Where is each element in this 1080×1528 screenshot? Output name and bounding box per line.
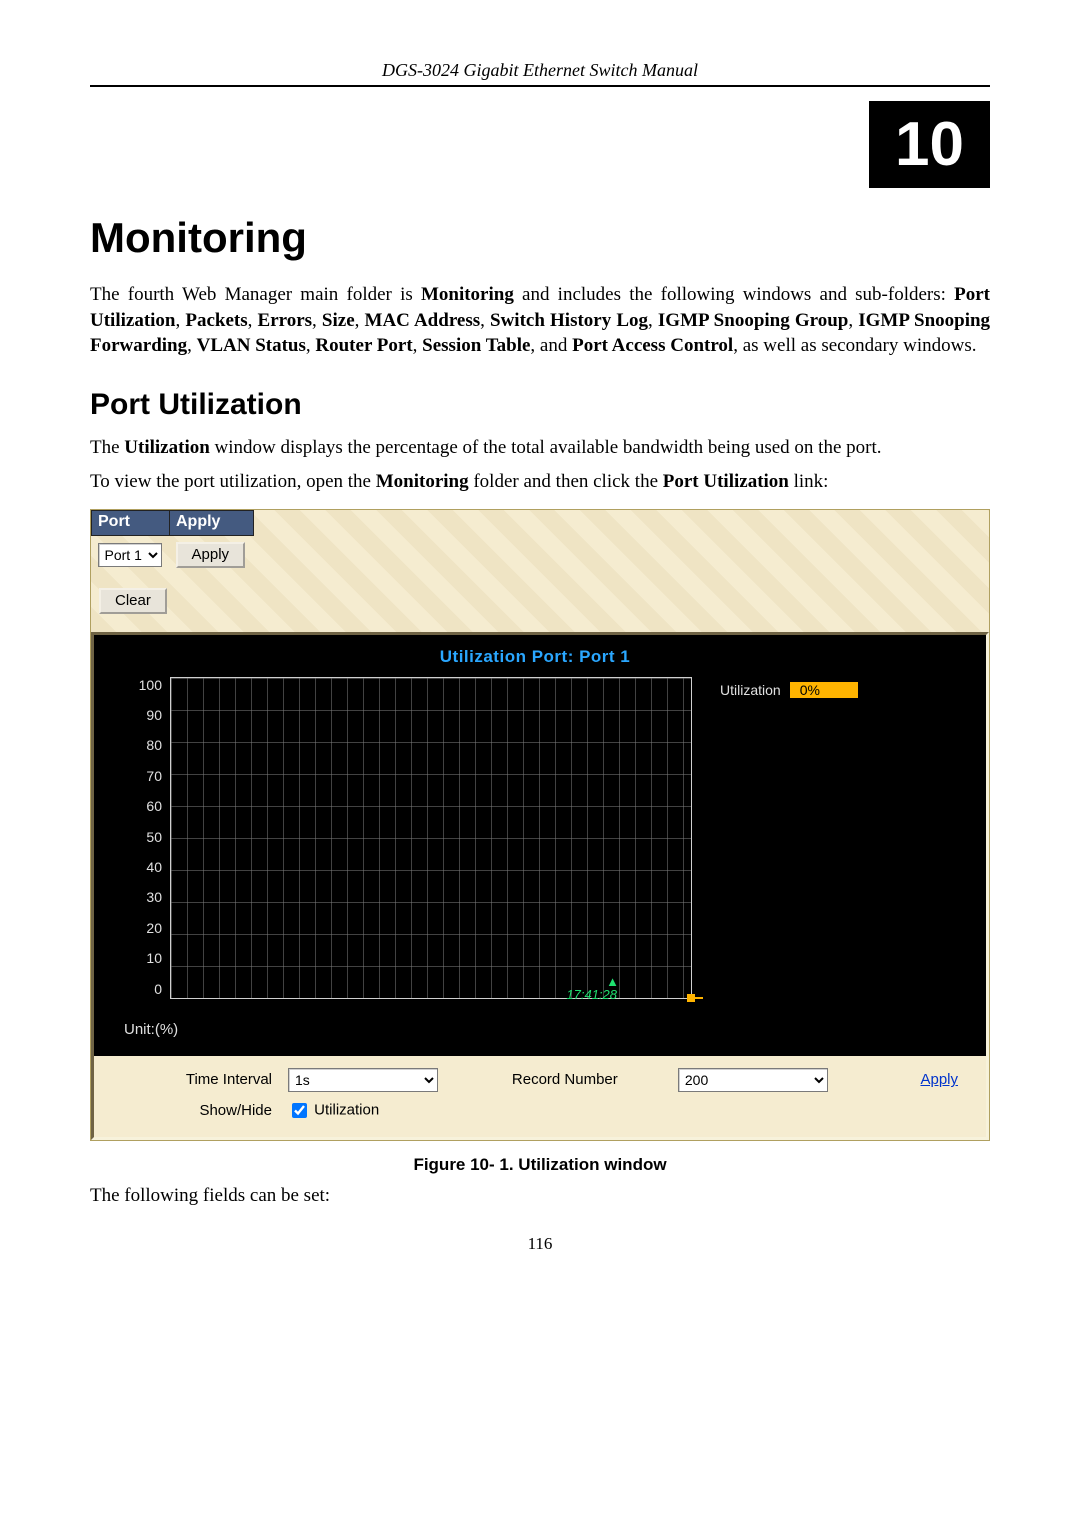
chapter-title: Monitoring	[90, 214, 990, 262]
utilization-checkbox-label: Utilization	[314, 1101, 379, 1118]
show-hide-label: Show/Hide	[114, 1096, 280, 1125]
port-column-header: Port	[92, 510, 170, 535]
y-tick: 100	[139, 677, 162, 693]
y-tick: 10	[146, 950, 162, 966]
chart-legend: Utilization 0%	[720, 681, 859, 699]
y-tick: 0	[154, 981, 162, 997]
y-tick: 80	[146, 737, 162, 753]
y-tick: 50	[146, 829, 162, 845]
apply-column-header: Apply	[170, 510, 254, 535]
y-tick: 70	[146, 768, 162, 784]
page-number: 116	[90, 1234, 990, 1254]
header-rule	[90, 85, 990, 87]
time-interval-select[interactable]: 1s	[288, 1068, 438, 1092]
chart-grid: ▲ 17:41:28	[170, 677, 692, 999]
chart-title: Utilization Port: Port 1	[94, 647, 976, 667]
chart-panel: Utilization Port: Port 1 100 90 80 70 60…	[94, 635, 986, 1056]
legend-value-swatch: 0%	[789, 681, 859, 699]
intro-paragraph: The fourth Web Manager main folder is Mo…	[90, 282, 990, 359]
legend-label: Utilization	[720, 682, 781, 698]
section-title-port-utilization: Port Utilization	[90, 385, 990, 426]
controls-apply-link[interactable]: Apply	[920, 1071, 958, 1088]
utilization-checkbox[interactable]	[292, 1103, 307, 1118]
clear-button[interactable]: Clear	[99, 588, 167, 614]
utilization-window-screenshot: Port Apply Port 1 Apply Clear	[90, 509, 990, 1141]
trailing-paragraph: The following fields can be set:	[90, 1183, 990, 1209]
chapter-number-box: 10	[869, 101, 990, 188]
port-util-desc-2: To view the port utilization, open the M…	[90, 469, 990, 495]
caret-up-icon: ▲	[566, 977, 617, 987]
time-interval-label: Time Interval	[114, 1064, 280, 1096]
port-util-desc-1: The Utilization window displays the perc…	[90, 435, 990, 461]
record-number-select[interactable]: 200	[678, 1068, 828, 1092]
port-apply-table: Port Apply Port 1 Apply	[91, 510, 254, 576]
y-tick: 40	[146, 859, 162, 875]
data-line-icon	[687, 997, 703, 999]
unit-label: Unit:(%)	[94, 999, 976, 1046]
x-axis-marker: ▲ 17:41:28	[566, 977, 617, 1002]
record-number-label: Record Number	[504, 1064, 670, 1096]
y-tick: 30	[146, 889, 162, 905]
chart-controls: Time Interval 1s Record Number 200	[94, 1056, 986, 1137]
y-tick: 60	[146, 798, 162, 814]
figure-caption: Figure 10- 1. Utilization window	[90, 1155, 990, 1175]
port-select[interactable]: Port 1	[98, 543, 162, 567]
y-tick: 90	[146, 707, 162, 723]
y-tick: 20	[146, 920, 162, 936]
x-axis-timestamp: 17:41:28	[566, 987, 617, 1002]
y-axis: 100 90 80 70 60 50 40 30 20 10 0	[114, 677, 170, 997]
running-head: DGS-3024 Gigabit Ethernet Switch Manual	[90, 60, 990, 81]
apply-button[interactable]: Apply	[176, 542, 246, 568]
